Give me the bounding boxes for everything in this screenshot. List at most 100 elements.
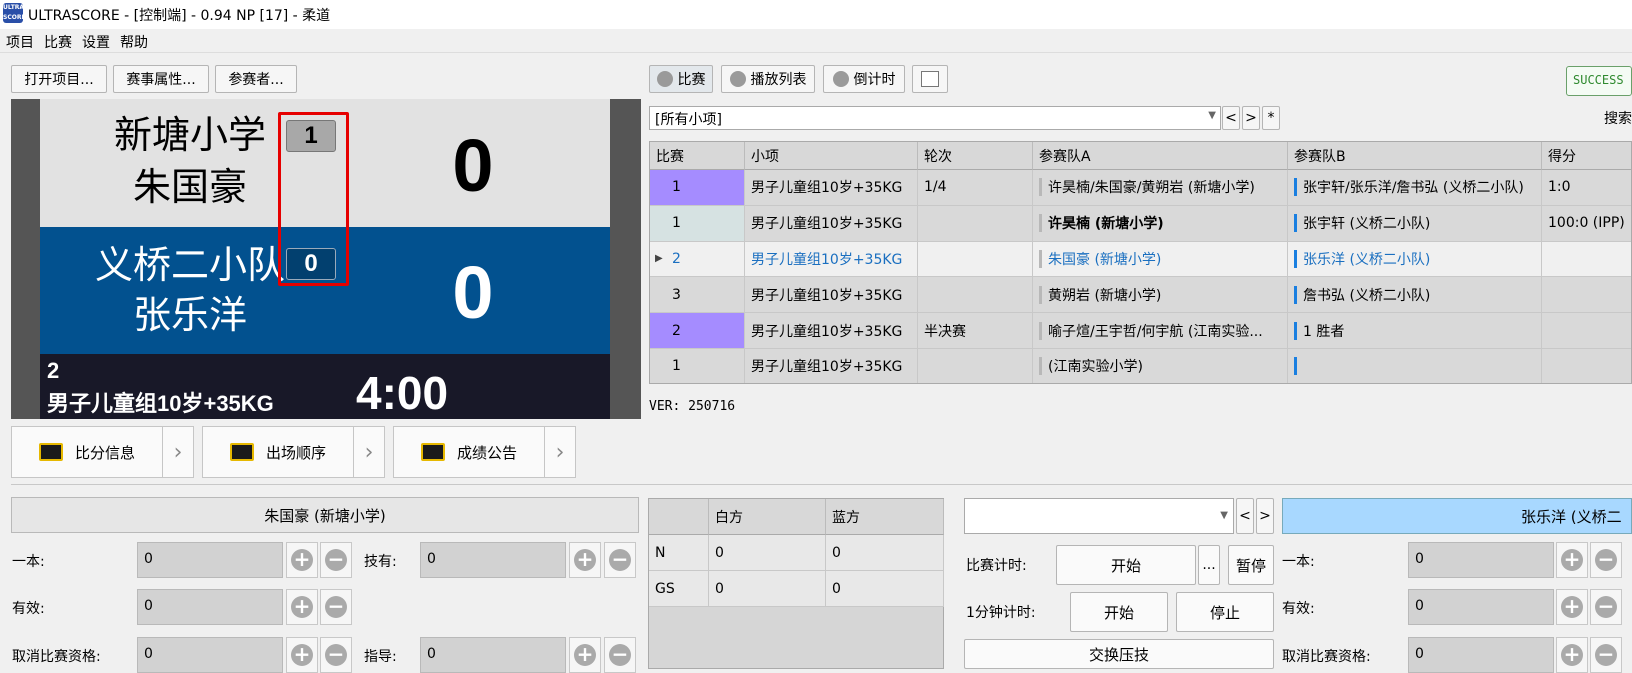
- col-header-score[interactable]: 得分: [1542, 142, 1631, 170]
- timer-prev-button[interactable]: <: [1236, 498, 1254, 534]
- col-header-round[interactable]: 轮次: [918, 142, 1033, 170]
- white-hansoku-input[interactable]: 0: [137, 637, 283, 673]
- table-cell-score[interactable]: 1:0: [1542, 170, 1631, 206]
- panel-toggle-button[interactable]: [912, 65, 948, 93]
- score-info-button[interactable]: 比分信息: [11, 426, 163, 478]
- menu-match[interactable]: 比赛: [38, 29, 76, 52]
- match-tab-label: 比赛: [677, 72, 706, 88]
- table-cell-round[interactable]: [918, 241, 1033, 278]
- table-cell-round[interactable]: 半决赛: [918, 313, 1033, 349]
- blue-ippon-input[interactable]: 0: [1408, 542, 1554, 578]
- filter-prev-button[interactable]: <: [1222, 106, 1240, 130]
- table-cell-event[interactable]: 男子儿童组10岁+35KG: [745, 170, 918, 206]
- playlist-button[interactable]: 播放列表: [721, 65, 815, 93]
- table-cell-a[interactable]: (江南实验小学): [1033, 349, 1288, 383]
- col-header-event[interactable]: 小项: [745, 142, 918, 170]
- countdown-label: 倒计时: [853, 72, 896, 88]
- blue-ippon-add-button[interactable]: +: [1556, 542, 1588, 578]
- table-cell-score[interactable]: [1542, 277, 1631, 314]
- participants-button[interactable]: 参赛者...: [215, 65, 297, 93]
- score-info-chevron-icon[interactable]: ›: [162, 426, 194, 478]
- table-cell-round[interactable]: 1/4: [918, 170, 1033, 206]
- open-project-button[interactable]: 打开项目...: [11, 65, 107, 93]
- blue-yuko-add-button[interactable]: +: [1556, 589, 1588, 625]
- table-cell-event[interactable]: 男子儿童组10岁+35KG: [745, 313, 918, 349]
- table-cell-b[interactable]: [1288, 349, 1542, 383]
- plus-icon: +: [574, 549, 596, 571]
- menu-help[interactable]: 帮助: [114, 29, 152, 52]
- table-cell-event[interactable]: 男子儿童组10岁+35KG: [745, 349, 918, 383]
- match-timer-pause-button[interactable]: 暂停: [1228, 545, 1274, 585]
- match-timer-start-button[interactable]: 开始: [1056, 545, 1196, 585]
- one-minute-start-button[interactable]: 开始: [1070, 592, 1168, 632]
- table-cell-a[interactable]: 许昊楠/朱国豪/黄朔岩 (新塘小学): [1033, 170, 1288, 206]
- blue-hansoku-input[interactable]: 0: [1408, 637, 1554, 673]
- table-cell-a[interactable]: 许昊楠 (新塘小学): [1033, 205, 1288, 242]
- white-yuko-subtract-button[interactable]: −: [320, 589, 352, 625]
- white-shido-input[interactable]: 0: [420, 637, 566, 673]
- results-button[interactable]: 成绩公告: [393, 426, 545, 478]
- table-cell-match[interactable]: 1: [650, 349, 745, 383]
- filter-next-button[interactable]: >: [1242, 106, 1260, 130]
- white-shido-subtract-button[interactable]: −: [604, 637, 636, 673]
- col-header-team-a[interactable]: 参赛队A: [1033, 142, 1288, 170]
- col-header-team-b[interactable]: 参赛队B: [1288, 142, 1542, 170]
- order-button[interactable]: 出场顺序: [202, 426, 354, 478]
- white-yuko-input[interactable]: 0: [137, 589, 283, 625]
- white-ippon-add-button[interactable]: +: [286, 542, 318, 578]
- table-cell-b[interactable]: 詹书弘 (义桥二小队): [1288, 277, 1542, 314]
- table-cell-score[interactable]: [1542, 349, 1631, 383]
- blue-hansoku-subtract-button[interactable]: −: [1590, 637, 1622, 673]
- table-cell-b[interactable]: 张宇轩/张乐洋/詹书弘 (义桥二小队): [1288, 170, 1542, 206]
- table-cell-round[interactable]: [918, 277, 1033, 314]
- timer-select[interactable]: ▼: [964, 498, 1234, 534]
- white-waza-add-button[interactable]: +: [569, 542, 601, 578]
- menu-settings[interactable]: 设置: [76, 29, 114, 52]
- white-hansoku-add-button[interactable]: +: [286, 637, 318, 673]
- blue-yuko-subtract-button[interactable]: −: [1590, 589, 1622, 625]
- menu-project[interactable]: 项目: [0, 29, 38, 52]
- white-ippon-subtract-button[interactable]: −: [320, 542, 352, 578]
- table-cell-b[interactable]: 张乐洋 (义桥二小队): [1288, 241, 1542, 278]
- blue-yuko-input[interactable]: 0: [1408, 589, 1554, 625]
- table-cell-score[interactable]: [1542, 313, 1631, 349]
- timer-next-button[interactable]: >: [1256, 498, 1274, 534]
- white-yuko-add-button[interactable]: +: [286, 589, 318, 625]
- table-cell-event[interactable]: 男子儿童组10岁+35KG: [745, 241, 918, 278]
- order-chevron-icon[interactable]: ›: [353, 426, 385, 478]
- table-cell-match[interactable]: 1: [650, 205, 745, 242]
- table-cell-event[interactable]: 男子儿童组10岁+35KG: [745, 205, 918, 242]
- table-cell-match[interactable]: 2: [650, 313, 745, 349]
- event-filter-select[interactable]: [所有小项] ▼: [649, 106, 1221, 130]
- table-cell-event[interactable]: 男子儿童组10岁+35KG: [745, 277, 918, 314]
- table-cell-b[interactable]: 1 胜者: [1288, 313, 1542, 349]
- table-cell-match[interactable]: 3: [650, 277, 745, 314]
- table-cell-match[interactable]: 1: [650, 170, 745, 206]
- one-minute-stop-button[interactable]: 停止: [1176, 592, 1274, 632]
- event-properties-button[interactable]: 赛事属性...: [113, 65, 209, 93]
- table-cell-score[interactable]: [1542, 241, 1631, 278]
- white-side-marker: [1039, 357, 1042, 376]
- table-cell-a[interactable]: 喻子煊/王宇哲/何宇航 (江南实验...: [1033, 313, 1288, 349]
- blue-ippon-subtract-button[interactable]: −: [1590, 542, 1622, 578]
- white-waza-input[interactable]: 0: [420, 542, 566, 578]
- match-timer-more-button[interactable]: ...: [1198, 545, 1220, 585]
- filter-all-button[interactable]: *: [1262, 106, 1280, 130]
- table-cell-b[interactable]: 张宇轩 (义桥二小队): [1288, 205, 1542, 242]
- table-cell-match[interactable]: ▶ 2: [650, 241, 745, 278]
- swap-osaekomi-button[interactable]: 交换压技: [964, 639, 1274, 669]
- results-chevron-icon[interactable]: ›: [544, 426, 576, 478]
- blue-hansoku-add-button[interactable]: +: [1556, 637, 1588, 673]
- white-ippon-input[interactable]: 0: [137, 542, 283, 578]
- white-waza-subtract-button[interactable]: −: [604, 542, 636, 578]
- table-cell-a[interactable]: 朱国豪 (新塘小学): [1033, 241, 1288, 278]
- table-cell-a[interactable]: 黄朔岩 (新塘小学): [1033, 277, 1288, 314]
- countdown-button[interactable]: 倒计时: [823, 65, 905, 93]
- white-shido-add-button[interactable]: +: [569, 637, 601, 673]
- match-tab-button[interactable]: 比赛: [649, 65, 713, 93]
- white-hansoku-subtract-button[interactable]: −: [320, 637, 352, 673]
- table-cell-round[interactable]: [918, 349, 1033, 383]
- table-cell-score[interactable]: 100:0 (IPP): [1542, 205, 1631, 242]
- table-cell-round[interactable]: [918, 205, 1033, 242]
- col-header-match[interactable]: 比赛: [650, 142, 745, 170]
